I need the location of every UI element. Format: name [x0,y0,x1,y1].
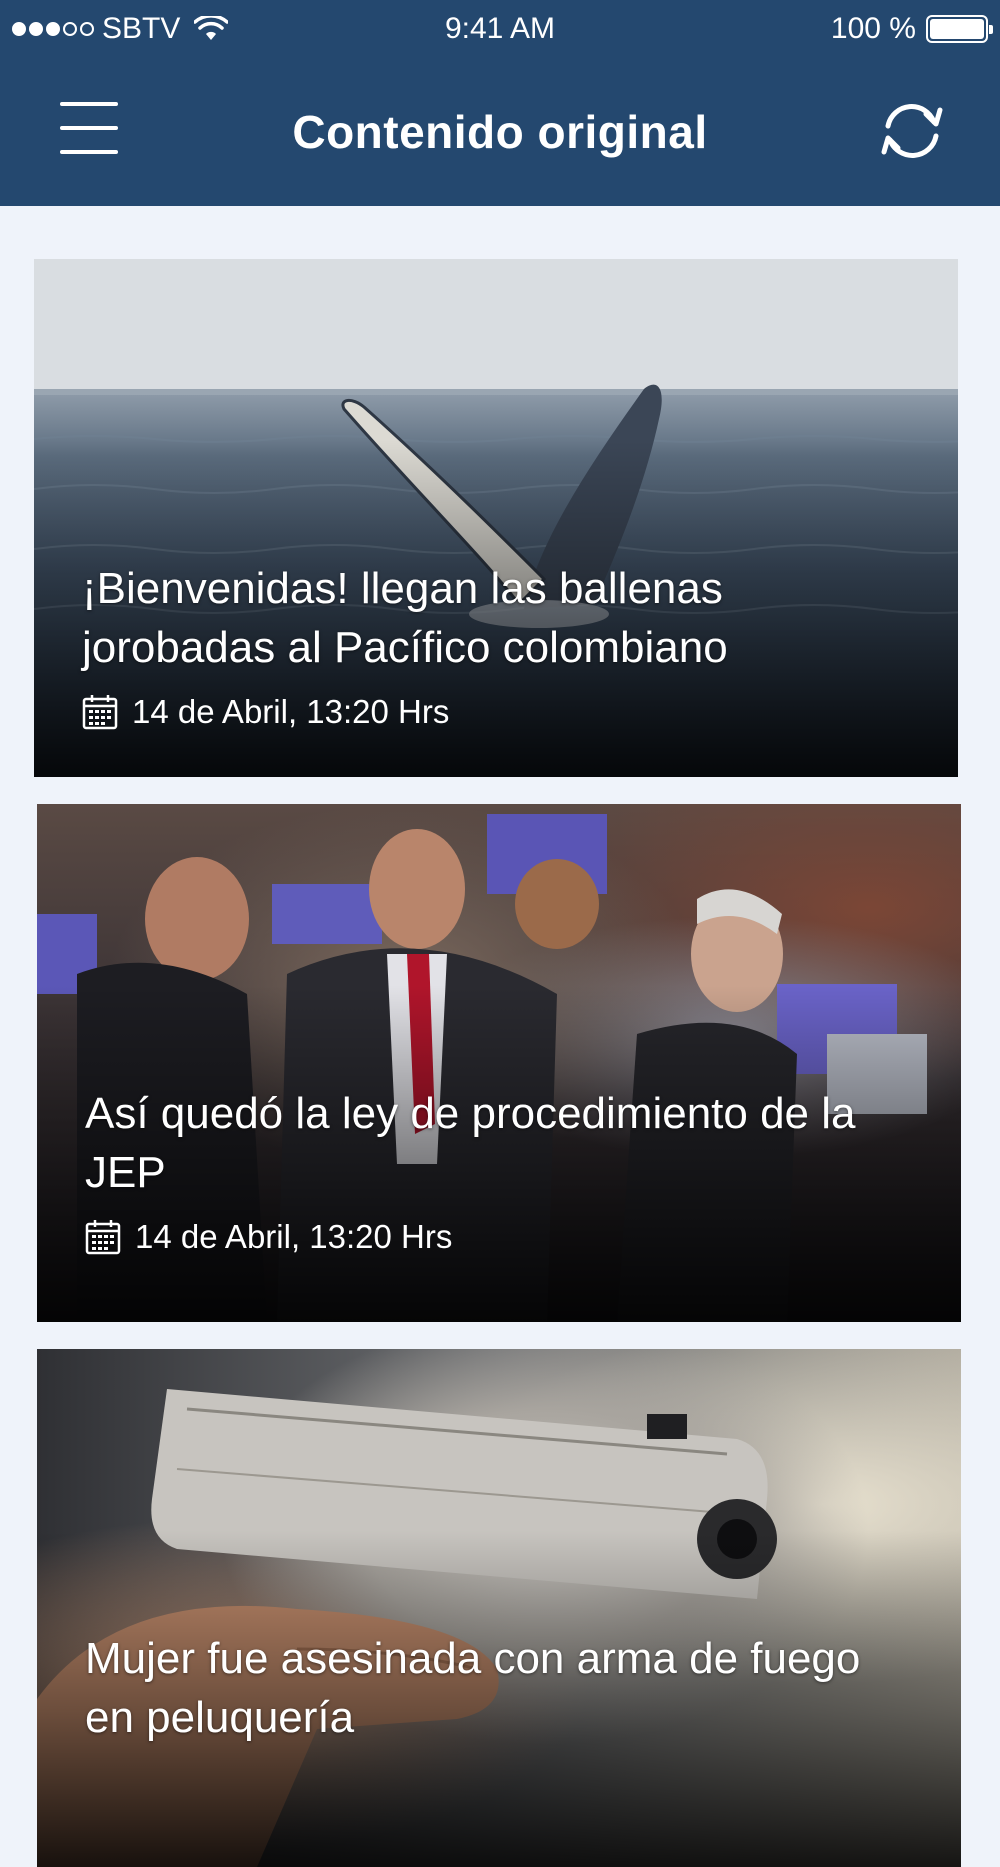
article-text: Mujer fue asesinada con arma de fuego en… [85,1629,921,1747]
battery-icon [926,15,993,43]
article-title: Mujer fue asesinada con arma de fuego en… [85,1634,861,1742]
wifi-icon [194,16,229,40]
article-card-peluqueria[interactable]: Mujer fue asesinada con arma de fuego en… [37,1349,961,1867]
navigation-bar: Contenido original [0,58,1000,206]
battery-percentage: 100 % [830,12,916,45]
status-right: 100 % [830,12,993,46]
menu-icon [60,102,118,106]
article-text: Así quedó la ley de procedimiento de la … [85,1084,921,1256]
calendar-icon [82,695,118,730]
article-date-text: 14 de Abril, 13:20 Hrs [135,1218,453,1255]
status-left: SBTV [12,12,229,46]
status-bar: SBTV 9:41 AM 100 % [0,0,1000,58]
article-title: Así quedó la ley de procedimiento de la … [85,1089,856,1197]
article-card-whales[interactable]: ¡Bienvenidas! llegan las ballenas joroba… [34,259,958,777]
menu-button[interactable] [60,102,118,154]
signal-strength-icon [12,22,94,36]
refresh-icon[interactable] [876,98,948,164]
article-title: ¡Bienvenidas! llegan las ballenas joroba… [82,564,728,672]
article-date: 14 de Abril, 13:20 Hrs [82,693,918,731]
article-text: ¡Bienvenidas! llegan las ballenas joroba… [82,559,918,731]
article-date-text: 14 de Abril, 13:20 Hrs [132,693,450,730]
article-date: 14 de Abril, 13:20 Hrs [85,1218,921,1256]
page-title: Contenido original [292,106,708,158]
calendar-icon [85,1220,121,1255]
article-card-jep[interactable]: Así quedó la ley de procedimiento de la … [37,804,961,1322]
carrier-name: SBTV [102,12,181,45]
